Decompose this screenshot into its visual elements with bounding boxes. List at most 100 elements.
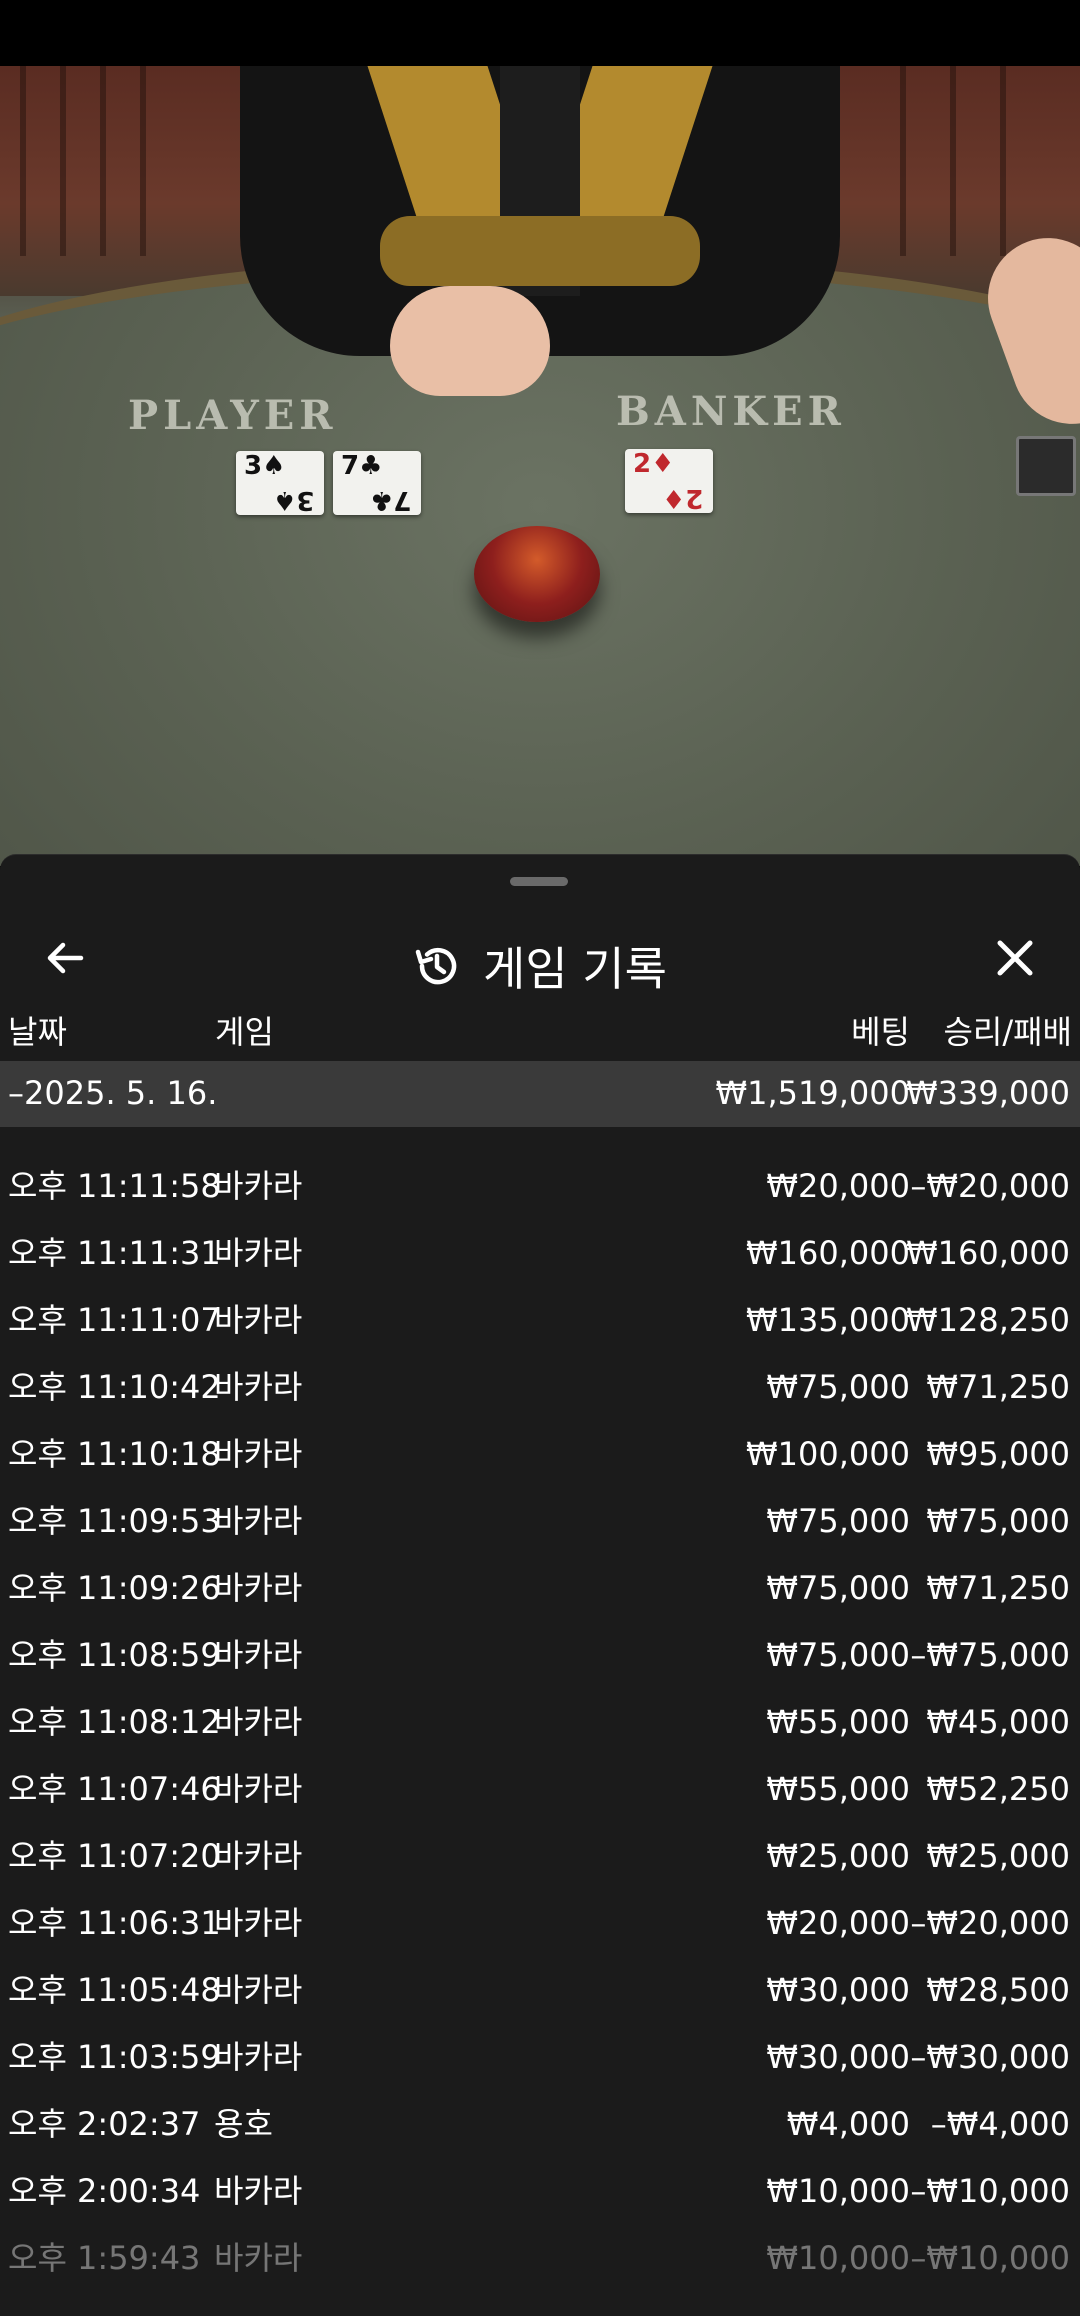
row-game: 바카라 xyxy=(214,1837,303,1875)
table-row[interactable]: 오후 11:08:12 바카라 ₩55,000 ₩45,000 xyxy=(0,1689,1080,1756)
row-time: 오후 11:08:12 xyxy=(8,1703,221,1741)
card-rank: 7 xyxy=(392,485,411,515)
table-row[interactable]: 오후 11:09:53 바카라 ₩75,000 ₩75,000 xyxy=(0,1488,1080,1555)
row-game: 바카라 xyxy=(214,1502,303,1540)
row-result: ₩28,500 xyxy=(926,1971,1070,2009)
row-bet: ₩10,000 xyxy=(766,2239,910,2277)
player-card: 3♠ 3♠ xyxy=(236,451,324,515)
row-game: 용호 xyxy=(214,2105,273,2143)
wall-slat xyxy=(950,66,956,256)
card-suit: ♠ xyxy=(262,451,286,481)
row-bet: ₩75,000 xyxy=(766,1569,910,1607)
card-suit: ♦ xyxy=(661,483,685,513)
row-game: 바카라 xyxy=(214,1167,303,1205)
history-icon xyxy=(413,942,461,990)
row-bet: ₩20,000 xyxy=(766,1167,910,1205)
row-result: –₩4,000 xyxy=(930,2105,1070,2143)
row-time: 오후 2:00:34 xyxy=(8,2172,201,2210)
row-result: ₩52,250 xyxy=(926,1770,1070,1808)
wall-slat xyxy=(20,66,26,256)
row-bet: ₩55,000 xyxy=(766,1770,910,1808)
row-game: 바카라 xyxy=(214,2239,303,2277)
row-time: 오후 11:07:46 xyxy=(8,1770,221,1808)
row-result: –₩10,000 xyxy=(910,2172,1070,2210)
card-rank: 3 xyxy=(244,451,263,481)
table-row[interactable]: 오후 11:07:20 바카라 ₩25,000 ₩25,000 xyxy=(0,1823,1080,1890)
dealer-button-chip xyxy=(474,526,600,622)
date-group-label: –2025. 5. 16. xyxy=(8,1074,218,1112)
table-row[interactable]: 오후 1:59:43 바카라 ₩10,000 –₩10,000 xyxy=(0,2225,1080,2292)
row-bet: ₩75,000 xyxy=(766,1636,910,1674)
table-row[interactable]: 오후 11:03:59 바카라 ₩30,000 –₩30,000 xyxy=(0,2024,1080,2091)
row-bet: ₩160,000 xyxy=(746,1234,910,1272)
table-row[interactable]: 오후 2:02:37 용호 ₩4,000 –₩4,000 xyxy=(0,2091,1080,2158)
wall-slat xyxy=(60,66,66,256)
row-bet: ₩4,000 xyxy=(786,2105,910,2143)
row-bet: ₩30,000 xyxy=(766,2038,910,2076)
column-result: 승리/패배 xyxy=(943,1013,1072,1051)
row-time: 오후 11:11:31 xyxy=(8,1234,221,1272)
row-bet: ₩20,000 xyxy=(766,1904,910,1942)
status-bar xyxy=(0,0,1080,66)
close-icon xyxy=(997,940,1033,976)
row-time: 오후 11:10:18 xyxy=(8,1435,221,1473)
row-result: ₩128,250 xyxy=(906,1301,1070,1339)
column-header-row: 날짜 게임 베팅 승리/패배 xyxy=(0,997,1080,1057)
row-game: 바카라 xyxy=(214,1569,303,1607)
card-rank: 2 xyxy=(633,449,652,479)
date-group-result-total: ₩339,000 xyxy=(906,1074,1070,1112)
row-game: 바카라 xyxy=(214,1368,303,1406)
row-time: 오후 11:11:58 xyxy=(8,1167,221,1205)
row-result: ₩71,250 xyxy=(926,1368,1070,1406)
row-bet: ₩30,000 xyxy=(766,1971,910,2009)
wall-slat xyxy=(140,66,146,256)
row-time: 오후 11:10:42 xyxy=(8,1368,221,1406)
row-bet: ₩25,000 xyxy=(766,1837,910,1875)
column-date: 날짜 xyxy=(8,1013,67,1051)
row-time: 오후 1:59:43 xyxy=(8,2239,201,2277)
row-game: 바카라 xyxy=(214,1636,303,1674)
row-time: 오후 11:08:59 xyxy=(8,1636,221,1674)
row-time: 오후 11:09:53 xyxy=(8,1502,221,1540)
table-row[interactable]: 오후 11:11:07 바카라 ₩135,000 ₩128,250 xyxy=(0,1287,1080,1354)
table-row[interactable]: 오후 11:11:58 바카라 ₩20,000 –₩20,000 xyxy=(0,1153,1080,1220)
row-result: –₩75,000 xyxy=(910,1636,1070,1674)
table-row[interactable]: 오후 11:08:59 바카라 ₩75,000 –₩75,000 xyxy=(0,1622,1080,1689)
row-game: 바카라 xyxy=(214,1703,303,1741)
row-time: 오후 11:09:26 xyxy=(8,1569,221,1607)
table-row[interactable]: 오후 11:11:31 바카라 ₩160,000 ₩160,000 xyxy=(0,1220,1080,1287)
game-history-sheet: 게임 기록 날짜 게임 베팅 승리/패배 –2025. 5. 16. ₩1,51… xyxy=(0,854,1080,2316)
wall-slat xyxy=(100,66,106,256)
date-group-row[interactable]: –2025. 5. 16. ₩1,519,000 ₩339,000 xyxy=(0,1061,1080,1127)
dealer-sash xyxy=(380,216,700,286)
table-row[interactable]: 오후 11:05:48 바카라 ₩30,000 ₩28,500 xyxy=(0,1957,1080,2024)
close-button[interactable] xyxy=(980,923,1050,993)
banker-label: BANKER xyxy=(616,388,846,435)
card-shoe xyxy=(1016,436,1076,496)
row-bet: ₩55,000 xyxy=(766,1703,910,1741)
card-rank: 2 xyxy=(684,483,703,513)
row-result: ₩160,000 xyxy=(906,1234,1070,1272)
table-row[interactable]: 오후 11:07:46 바카라 ₩55,000 ₩52,250 xyxy=(0,1756,1080,1823)
row-time: 오후 11:06:31 xyxy=(8,1904,221,1942)
table-row[interactable]: 오후 2:00:34 바카라 ₩10,000 –₩10,000 xyxy=(0,2158,1080,2225)
card-suit: ♣ xyxy=(369,485,393,515)
history-list: 오후 11:11:58 바카라 ₩20,000 –₩20,000 오후 11:11:31… xyxy=(0,1153,1080,2292)
row-time: 오후 11:07:20 xyxy=(8,1837,221,1875)
row-game: 바카라 xyxy=(214,1770,303,1808)
card-suit: ♣ xyxy=(359,451,383,481)
table-row[interactable]: 오후 11:06:31 바카라 ₩20,000 –₩20,000 xyxy=(0,1890,1080,1957)
row-result: –₩20,000 xyxy=(910,1167,1070,1205)
row-result: ₩75,000 xyxy=(926,1502,1070,1540)
banker-card: 2♦ 2♦ xyxy=(625,449,713,513)
column-bet: 베팅 xyxy=(851,1013,910,1051)
table-row[interactable]: 오후 11:09:26 바카라 ₩75,000 ₩71,250 xyxy=(0,1555,1080,1622)
row-game: 바카라 xyxy=(214,2172,303,2210)
column-game: 게임 xyxy=(215,1013,274,1051)
table-row[interactable]: 오후 11:10:18 바카라 ₩100,000 ₩95,000 xyxy=(0,1421,1080,1488)
sheet-drag-handle[interactable] xyxy=(510,877,568,886)
row-result: ₩95,000 xyxy=(926,1435,1070,1473)
row-time: 오후 11:05:48 xyxy=(8,1971,221,2009)
table-row[interactable]: 오후 11:10:42 바카라 ₩75,000 ₩71,250 xyxy=(0,1354,1080,1421)
row-game: 바카라 xyxy=(214,1435,303,1473)
